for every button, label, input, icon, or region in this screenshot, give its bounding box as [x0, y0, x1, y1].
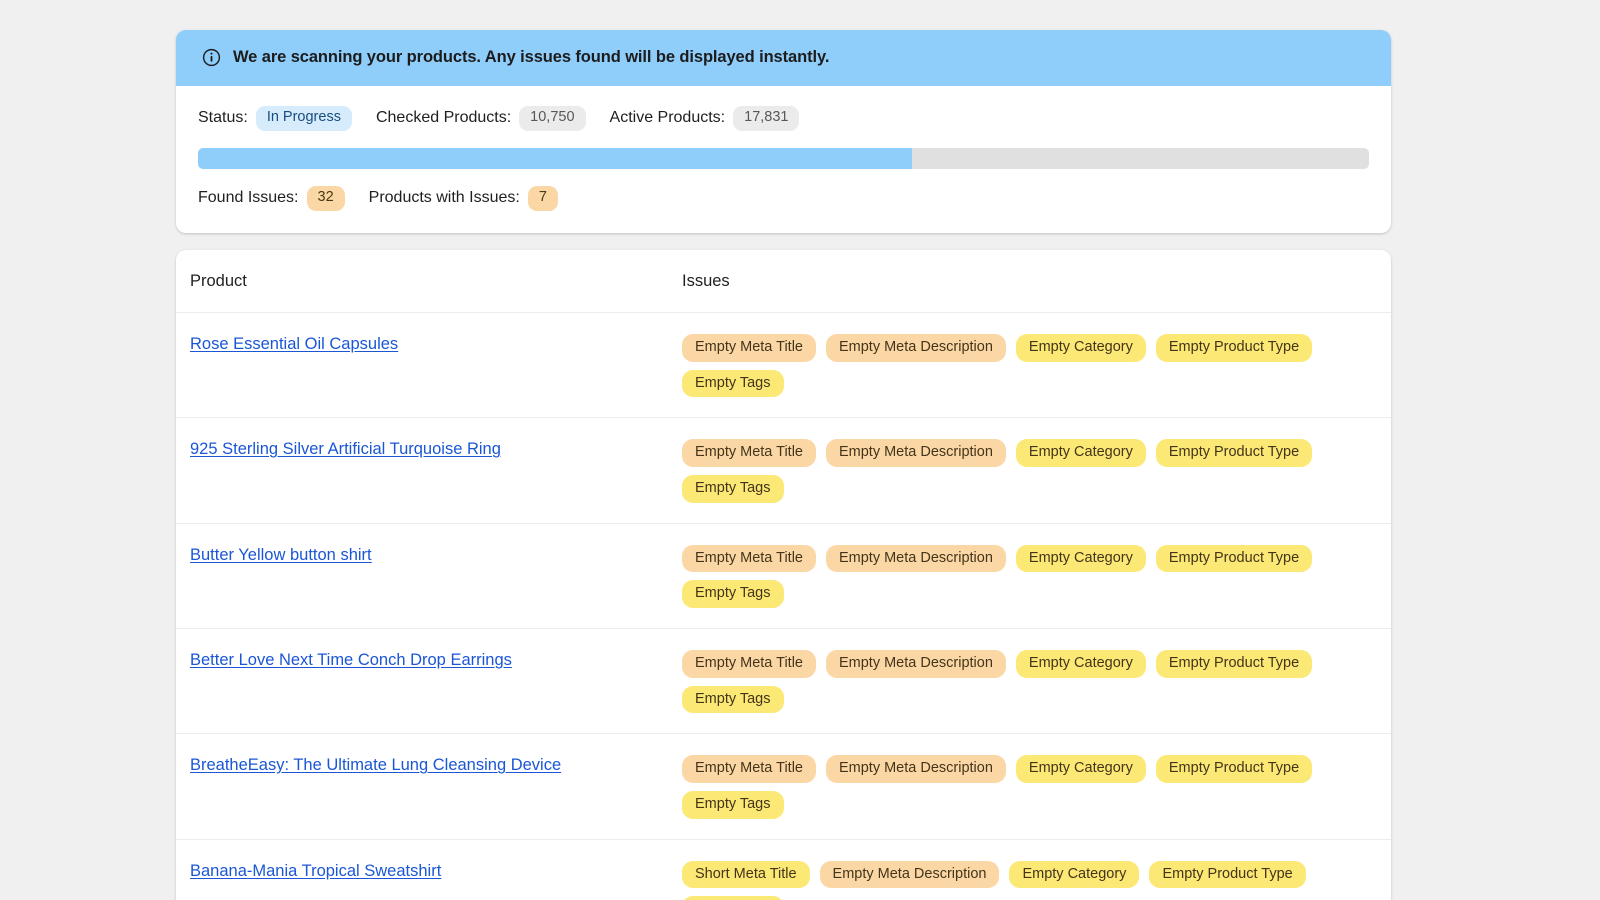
issues-table-body: Rose Essential Oil Capsules Empty Meta Ti… — [176, 312, 1391, 900]
product-link[interactable]: Banana-Mania Tropical Sweatshirt — [190, 862, 441, 880]
product-link[interactable]: Rose Essential Oil Capsules — [190, 335, 398, 353]
issue-tag-list: Empty Meta Title Empty Meta Description Em… — [682, 754, 1377, 819]
products-with-issues-label: Products with Issues: — [368, 189, 520, 207]
scan-status-body: Status: In Progress Checked Products: 10… — [176, 86, 1391, 233]
table-row: 925 Sterling Silver Artificial Turquoise… — [176, 417, 1391, 524]
status-label: Status: — [198, 109, 248, 127]
issues-cell: Empty Meta Title Empty Meta Description Em… — [668, 523, 1391, 629]
table-row: Rose Essential Oil Capsules Empty Meta Ti… — [176, 312, 1391, 419]
issue-tag: Empty Category — [1015, 439, 1146, 467]
checked-products-stat: Checked Products: 10,750 — [376, 106, 586, 131]
issue-tag-list: Empty Meta Title Empty Meta Description Em… — [682, 649, 1377, 714]
issue-tag: Empty Category — [1015, 544, 1146, 573]
issues-cell: Empty Meta Title Empty Meta Description Em… — [668, 312, 1391, 419]
found-issues-stat: Found Issues: 32 — [198, 185, 345, 211]
scan-progress-fill — [198, 147, 913, 169]
product-link[interactable]: BreatheEasy: The Ultimate Lung Cleansing… — [190, 756, 561, 774]
product-cell: Butter Yellow button shirt — [176, 523, 668, 629]
scan-stats-top-row: Status: In Progress Checked Products: 10… — [198, 106, 1369, 131]
product-link[interactable]: Butter Yellow button shirt — [190, 546, 372, 564]
issues-table: Product Issues Rose Essential Oil Capsul… — [176, 249, 1391, 900]
issue-tag: Empty Category — [1009, 860, 1140, 889]
issue-tag-list: Short Meta Title Empty Meta Description Em… — [682, 860, 1377, 900]
status-badge: In Progress — [255, 106, 352, 131]
issue-tag: Empty Meta Description — [825, 333, 1006, 362]
product-cell: BreatheEasy: The Ultimate Lung Cleansing… — [176, 733, 668, 840]
checked-products-label: Checked Products: — [375, 109, 512, 127]
issue-tag: Empty Product Type — [1155, 333, 1313, 362]
table-row: Better Love Next Time Conch Drop Earring… — [176, 628, 1391, 735]
issue-tag: Empty Tags — [682, 474, 784, 503]
issue-tag: Empty Meta Title — [682, 439, 816, 467]
issue-tag: Empty Tags — [682, 790, 784, 819]
issue-tag: Empty Product Type — [1149, 860, 1306, 889]
product-cell: Better Love Next Time Conch Drop Earring… — [176, 628, 668, 735]
active-products-badge: 17,831 — [733, 106, 800, 131]
table-row: BreatheEasy: The Ultimate Lung Cleansing… — [176, 733, 1391, 840]
scanning-banner: We are scanning your products. Any issue… — [176, 30, 1391, 86]
issue-tag: Empty Tags — [682, 369, 784, 398]
product-link[interactable]: Better Love Next Time Conch Drop Earring… — [190, 651, 512, 669]
product-link[interactable]: 925 Sterling Silver Artificial Turquoise… — [190, 440, 501, 458]
issue-tag: Empty Tags — [682, 685, 784, 714]
issue-tag: Empty Meta Description — [825, 755, 1006, 783]
table-header-row: Product Issues — [176, 249, 1391, 313]
issue-tag: Empty Tags — [682, 896, 784, 900]
product-cell: 925 Sterling Silver Artificial Turquoise… — [176, 417, 668, 524]
issue-tag: Empty Product Type — [1155, 649, 1313, 678]
column-header-product: Product — [176, 249, 668, 313]
issues-table-card: Product Issues Rose Essential Oil Capsul… — [176, 249, 1391, 900]
issue-tag-list: Empty Meta Title Empty Meta Description Em… — [682, 438, 1377, 503]
info-circle-icon — [202, 48, 221, 67]
page-root: We are scanning your products. Any issue… — [0, 0, 1600, 900]
issue-tag: Empty Meta Description — [825, 439, 1006, 467]
issue-tag-list: Empty Meta Title Empty Meta Description Em… — [682, 544, 1377, 608]
found-issues-badge: 32 — [306, 185, 345, 211]
scan-status-card: We are scanning your products. Any issue… — [176, 30, 1391, 233]
found-issues-label: Found Issues: — [198, 189, 299, 207]
issue-tag: Empty Tags — [682, 580, 784, 608]
issue-tag: Empty Meta Description — [825, 544, 1006, 573]
checked-products-badge: 10,750 — [519, 106, 586, 131]
issue-tag: Empty Meta Title — [682, 544, 816, 573]
active-products-stat: Active Products: 17,831 — [610, 106, 800, 131]
issues-cell: Empty Meta Title Empty Meta Description Em… — [668, 733, 1391, 840]
product-cell: Banana-Mania Tropical Sweatshirt — [176, 839, 668, 900]
issue-tag: Empty Meta Title — [682, 755, 816, 783]
issue-tag: Short Meta Title — [682, 860, 810, 889]
table-row: Butter Yellow button shirt Empty Meta Tit… — [176, 523, 1391, 629]
issue-tag: Empty Category — [1015, 333, 1146, 362]
active-products-label: Active Products: — [609, 109, 726, 127]
banner-message: We are scanning your products. Any issue… — [233, 48, 830, 66]
products-with-issues-badge: 7 — [527, 185, 558, 211]
issue-tag: Empty Product Type — [1155, 439, 1313, 467]
issue-tag: Empty Product Type — [1155, 755, 1313, 783]
products-with-issues-stat: Products with Issues: 7 — [368, 185, 558, 211]
issue-tag: Empty Meta Title — [682, 333, 816, 362]
issue-tag: Empty Category — [1015, 649, 1146, 678]
table-row: Banana-Mania Tropical Sweatshirt Short Me… — [176, 839, 1391, 900]
issue-tag: Empty Category — [1015, 755, 1146, 783]
issue-tag: Empty Product Type — [1155, 544, 1313, 573]
issues-table-head: Product Issues — [176, 249, 1391, 313]
scan-stats-bottom-row: Found Issues: 32 Products with Issues: 7 — [198, 185, 1369, 211]
status-stat: Status: In Progress — [198, 106, 352, 131]
column-header-issues: Issues — [668, 249, 1391, 313]
issues-cell: Empty Meta Title Empty Meta Description Em… — [668, 628, 1391, 735]
issues-cell: Empty Meta Title Empty Meta Description Em… — [668, 417, 1391, 524]
issues-cell: Short Meta Title Empty Meta Description Em… — [668, 839, 1391, 900]
issue-tag: Empty Meta Description — [825, 649, 1006, 678]
scan-progress-bar — [198, 147, 1369, 169]
issue-tag: Empty Meta Title — [682, 649, 816, 678]
content-shell: We are scanning your products. Any issue… — [176, 30, 1391, 900]
issue-tag: Empty Meta Description — [819, 860, 1000, 889]
product-cell: Rose Essential Oil Capsules — [176, 312, 668, 419]
issue-tag-list: Empty Meta Title Empty Meta Description Em… — [682, 333, 1377, 398]
